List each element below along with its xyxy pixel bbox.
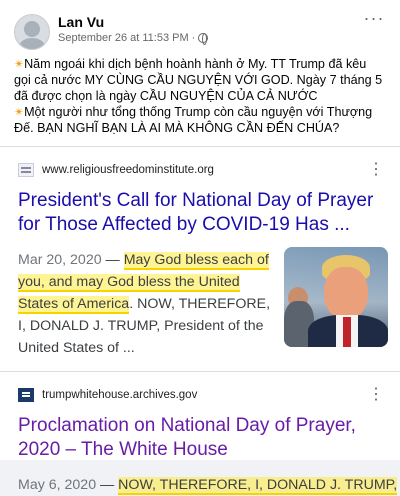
site-favicon-icon — [18, 388, 34, 402]
result-dash: — — [96, 477, 119, 493]
result-snippet: May 6, 2020 — NOW, THEREFORE, I, DONALD … — [18, 474, 400, 496]
post-paragraph-2-text: Một người như tổng thống Trump còn cầu n… — [14, 105, 373, 135]
post-paragraph-2: ✴Một người như tổng thống Trump còn cầu … — [14, 104, 386, 136]
result-site[interactable]: www.religiousfreedominstitute.org — [42, 164, 214, 176]
post-timestamp[interactable]: September 26 at 11:53 PM — [58, 31, 189, 45]
result-menu-icon[interactable]: ⋮ — [368, 387, 384, 403]
globe-icon — [198, 33, 209, 45]
result-site[interactable]: trumpwhitehouse.archives.gov — [42, 389, 197, 401]
post-paragraph-1: ✴Năm ngoái khi dịch bệnh hoành hành ở My… — [14, 56, 386, 104]
post-meta: September 26 at 11:53 PM · — [58, 31, 209, 45]
facebook-post: Lan Vu September 26 at 11:53 PM · ··· ✴N… — [0, 0, 400, 495]
result-source-row: www.religiousfreedominstitute.org ⋮ — [18, 147, 400, 187]
meta-separator: · — [191, 32, 196, 44]
author-name[interactable]: Lan Vu — [58, 14, 208, 31]
search-result-1: www.religiousfreedominstitute.org ⋮ Pres… — [0, 146, 400, 359]
result-snippet: Mar 20, 2020 — May God bless each of you… — [18, 249, 274, 359]
site-favicon-icon — [18, 163, 34, 177]
result-title-link[interactable]: President's Call for National Day of Pra… — [18, 189, 378, 237]
sparkle-icon: ✴ — [14, 105, 25, 119]
sparkle-icon: ✴ — [14, 57, 25, 71]
author-avatar[interactable] — [14, 14, 50, 50]
result-dash: — — [101, 252, 124, 268]
result-source-row: trumpwhitehouse.archives.gov ⋮ — [18, 372, 400, 412]
result-thumbnail[interactable] — [284, 247, 388, 347]
search-result-2: trumpwhitehouse.archives.gov ⋮ Proclamat… — [0, 371, 400, 496]
result-menu-icon[interactable]: ⋮ — [368, 162, 384, 178]
result-date: Mar 20, 2020 — [18, 252, 102, 268]
post-header: Lan Vu September 26 at 11:53 PM · — [14, 14, 386, 50]
post-paragraph-1-text: Năm ngoái khi dịch bệnh hoành hành ở My.… — [14, 57, 383, 103]
highlighted-text: NOW, THEREFORE, I, DONALD J. TRUMP, — [118, 477, 398, 495]
post-options-icon[interactable]: ··· — [358, 8, 390, 36]
result-date: May 6, 2020 — [18, 477, 97, 493]
result-title-link[interactable]: Proclamation on National Day of Prayer, … — [18, 414, 378, 462]
post-text: ✴Năm ngoái khi dịch bệnh hoành hành ở My… — [14, 56, 386, 136]
